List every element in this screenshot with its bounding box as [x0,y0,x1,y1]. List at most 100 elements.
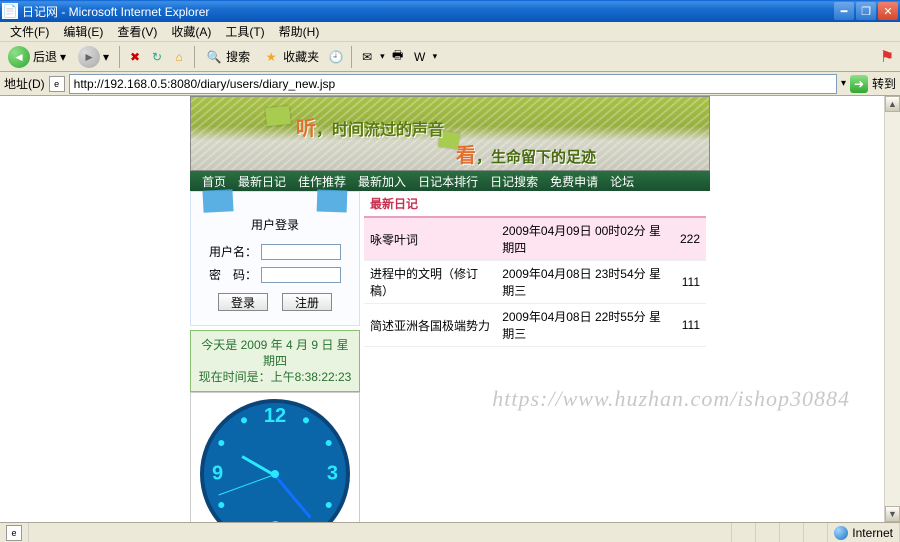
diary-title[interactable]: 简述亚洲各国极端势力 [364,304,496,347]
page-icon: e [49,76,65,92]
close-button[interactable]: ✕ [878,2,898,20]
nav-newjoin[interactable]: 最新加入 [352,173,412,190]
tape-decoration [202,189,233,213]
address-label: 地址(D) [4,75,45,92]
home-icon[interactable]: ⌂ [170,48,188,66]
banner-slogan-2: 看，生命留下的足迹 [456,139,596,168]
address-bar: 地址(D) e ▾ ➜ 转到 [0,72,900,96]
login-panel: 用户登录 用户名： 密 码： 登录 注册 [190,191,360,326]
edit-icon[interactable]: W [411,48,429,66]
chevron-down-icon: ▾ [380,51,385,62]
stop-icon[interactable]: ✖ [126,48,144,66]
chevron-down-icon: ▾ [433,51,438,62]
favorites-label: 收藏夹 [283,48,319,65]
nav-home[interactable]: 首页 [196,173,232,190]
today-date: 今天是 2009 年 4 月 9 日 星期四 [197,337,353,369]
main-content: 最新日记 咏零叶词 2009年04月09日 00时02分 星期四 222 进程中… [360,191,710,522]
status-cell [756,523,780,542]
register-button[interactable]: 注册 [282,293,332,311]
maximize-button[interactable]: ❐ [856,2,876,20]
toolbar: ◄ 后退 ▾ ► ▾ ✖ ↻ ⌂ 🔍 搜索 ★ 收藏夹 🕘 ✉ ▾ 🖶 W ▾ … [0,42,900,72]
refresh-icon[interactable]: ↻ [148,48,166,66]
clock-panel: 12 3 6 9 [190,392,360,522]
scroll-down-button[interactable]: ▼ [885,506,900,522]
status-message [29,523,732,542]
status-page-icon: e [0,523,29,542]
username-input[interactable] [261,244,341,260]
main-nav: 首页 最新日记 佳作推荐 最新加入 日记本排行 日记搜索 免费申请 论坛 [190,171,710,191]
login-title: 用户登录 [199,216,351,233]
nav-apply[interactable]: 免费申请 [544,173,604,190]
minimize-button[interactable]: ━ [834,2,854,20]
clock-12: 12 [264,405,286,428]
menu-favorites[interactable]: 收藏(A) [165,21,217,42]
ie-logo-icon: ⚑ [878,48,896,66]
separator [194,46,195,68]
clock-6: 6 [269,518,280,522]
print-icon[interactable]: 🖶 [389,48,407,66]
password-input[interactable] [261,267,341,283]
diary-time: 2009年04月09日 00时02分 星期四 [496,218,674,261]
clock-9: 9 [212,463,223,486]
menu-view[interactable]: 查看(V) [111,21,163,42]
mail-icon[interactable]: ✉ [358,48,376,66]
nav-ranking[interactable]: 日记本排行 [412,173,484,190]
chevron-down-icon[interactable]: ▾ [841,78,846,89]
table-row[interactable]: 咏零叶词 2009年04月09日 00时02分 星期四 222 [364,218,706,261]
forward-button[interactable]: ► ▾ [74,45,113,69]
analog-clock: 12 3 6 9 [200,399,350,522]
diary-table: 咏零叶词 2009年04月09日 00时02分 星期四 222 进程中的文明（修… [364,218,706,347]
diary-author[interactable]: 111 [674,304,706,347]
menu-edit[interactable]: 编辑(E) [57,21,109,42]
diary-time: 2009年04月08日 23时54分 星期三 [496,261,674,304]
go-label: 转到 [872,75,896,92]
diary-title[interactable]: 咏零叶词 [364,218,496,261]
menu-file[interactable]: 文件(F) [4,21,55,42]
vertical-scrollbar[interactable]: ▲ ▼ [884,96,900,522]
back-label: 后退 [33,48,57,65]
app-icon: 📄 [2,3,18,19]
nav-latest[interactable]: 最新日记 [232,173,292,190]
search-label: 搜索 [226,48,250,65]
back-icon: ◄ [8,46,30,68]
diary-author[interactable]: 222 [674,218,706,261]
nav-featured[interactable]: 佳作推荐 [292,173,352,190]
back-button[interactable]: ◄ 后退 ▾ [4,45,70,69]
nav-search[interactable]: 日记搜索 [484,173,544,190]
login-button[interactable]: 登录 [218,293,268,311]
table-row[interactable]: 进程中的文明（修订稿） 2009年04月08日 23时54分 星期三 111 [364,261,706,304]
second-hand [218,474,275,495]
menu-help[interactable]: 帮助(H) [273,21,326,42]
date-panel: 今天是 2009 年 4 月 9 日 星期四 现在时间是：上午8:38:22:2… [190,330,360,392]
go-button[interactable]: ➜ [850,75,868,93]
zone-label: Internet [852,526,893,540]
forward-icon: ► [78,46,100,68]
nav-forum[interactable]: 论坛 [604,173,640,190]
address-input[interactable] [69,74,837,94]
menubar: 文件(F) 编辑(E) 查看(V) 收藏(A) 工具(T) 帮助(H) [0,22,900,42]
current-time: 现在时间是：上午8:38:22:23 [197,369,353,385]
chevron-down-icon: ▾ [103,50,109,64]
banner: 听，时间流过的声音 看，生命留下的足迹 [190,96,710,171]
window-titlebar: 📄 日记网 - Microsoft Internet Explorer ━ ❐ … [0,0,900,22]
separator [351,46,352,68]
banner-slogan-1: 听，时间流过的声音 [296,112,444,141]
clock-3: 3 [327,463,338,486]
username-label: 用户名： [209,243,257,260]
diary-title[interactable]: 进程中的文明（修订稿） [364,261,496,304]
scroll-up-button[interactable]: ▲ [885,96,900,112]
status-zone: Internet [828,523,900,542]
history-icon[interactable]: 🕘 [327,48,345,66]
tape-decoration [317,189,348,212]
separator [119,46,120,68]
menu-tools[interactable]: 工具(T) [219,21,270,42]
favorites-button[interactable]: ★ 收藏夹 [258,45,323,69]
diary-author[interactable]: 111 [674,261,706,304]
sidebar: 用户登录 用户名： 密 码： 登录 注册 今天是 2009 年 [190,191,360,522]
page-content: 听，时间流过的声音 看，生命留下的足迹 首页 最新日记 佳作推荐 最新加入 日记… [0,96,900,522]
scroll-track[interactable] [885,112,900,506]
minute-hand [274,475,312,519]
table-row[interactable]: 简述亚洲各国极端势力 2009年04月08日 22时55分 星期三 111 [364,304,706,347]
window-title: 日记网 - Microsoft Internet Explorer [22,3,834,20]
search-button[interactable]: 🔍 搜索 [201,45,254,69]
